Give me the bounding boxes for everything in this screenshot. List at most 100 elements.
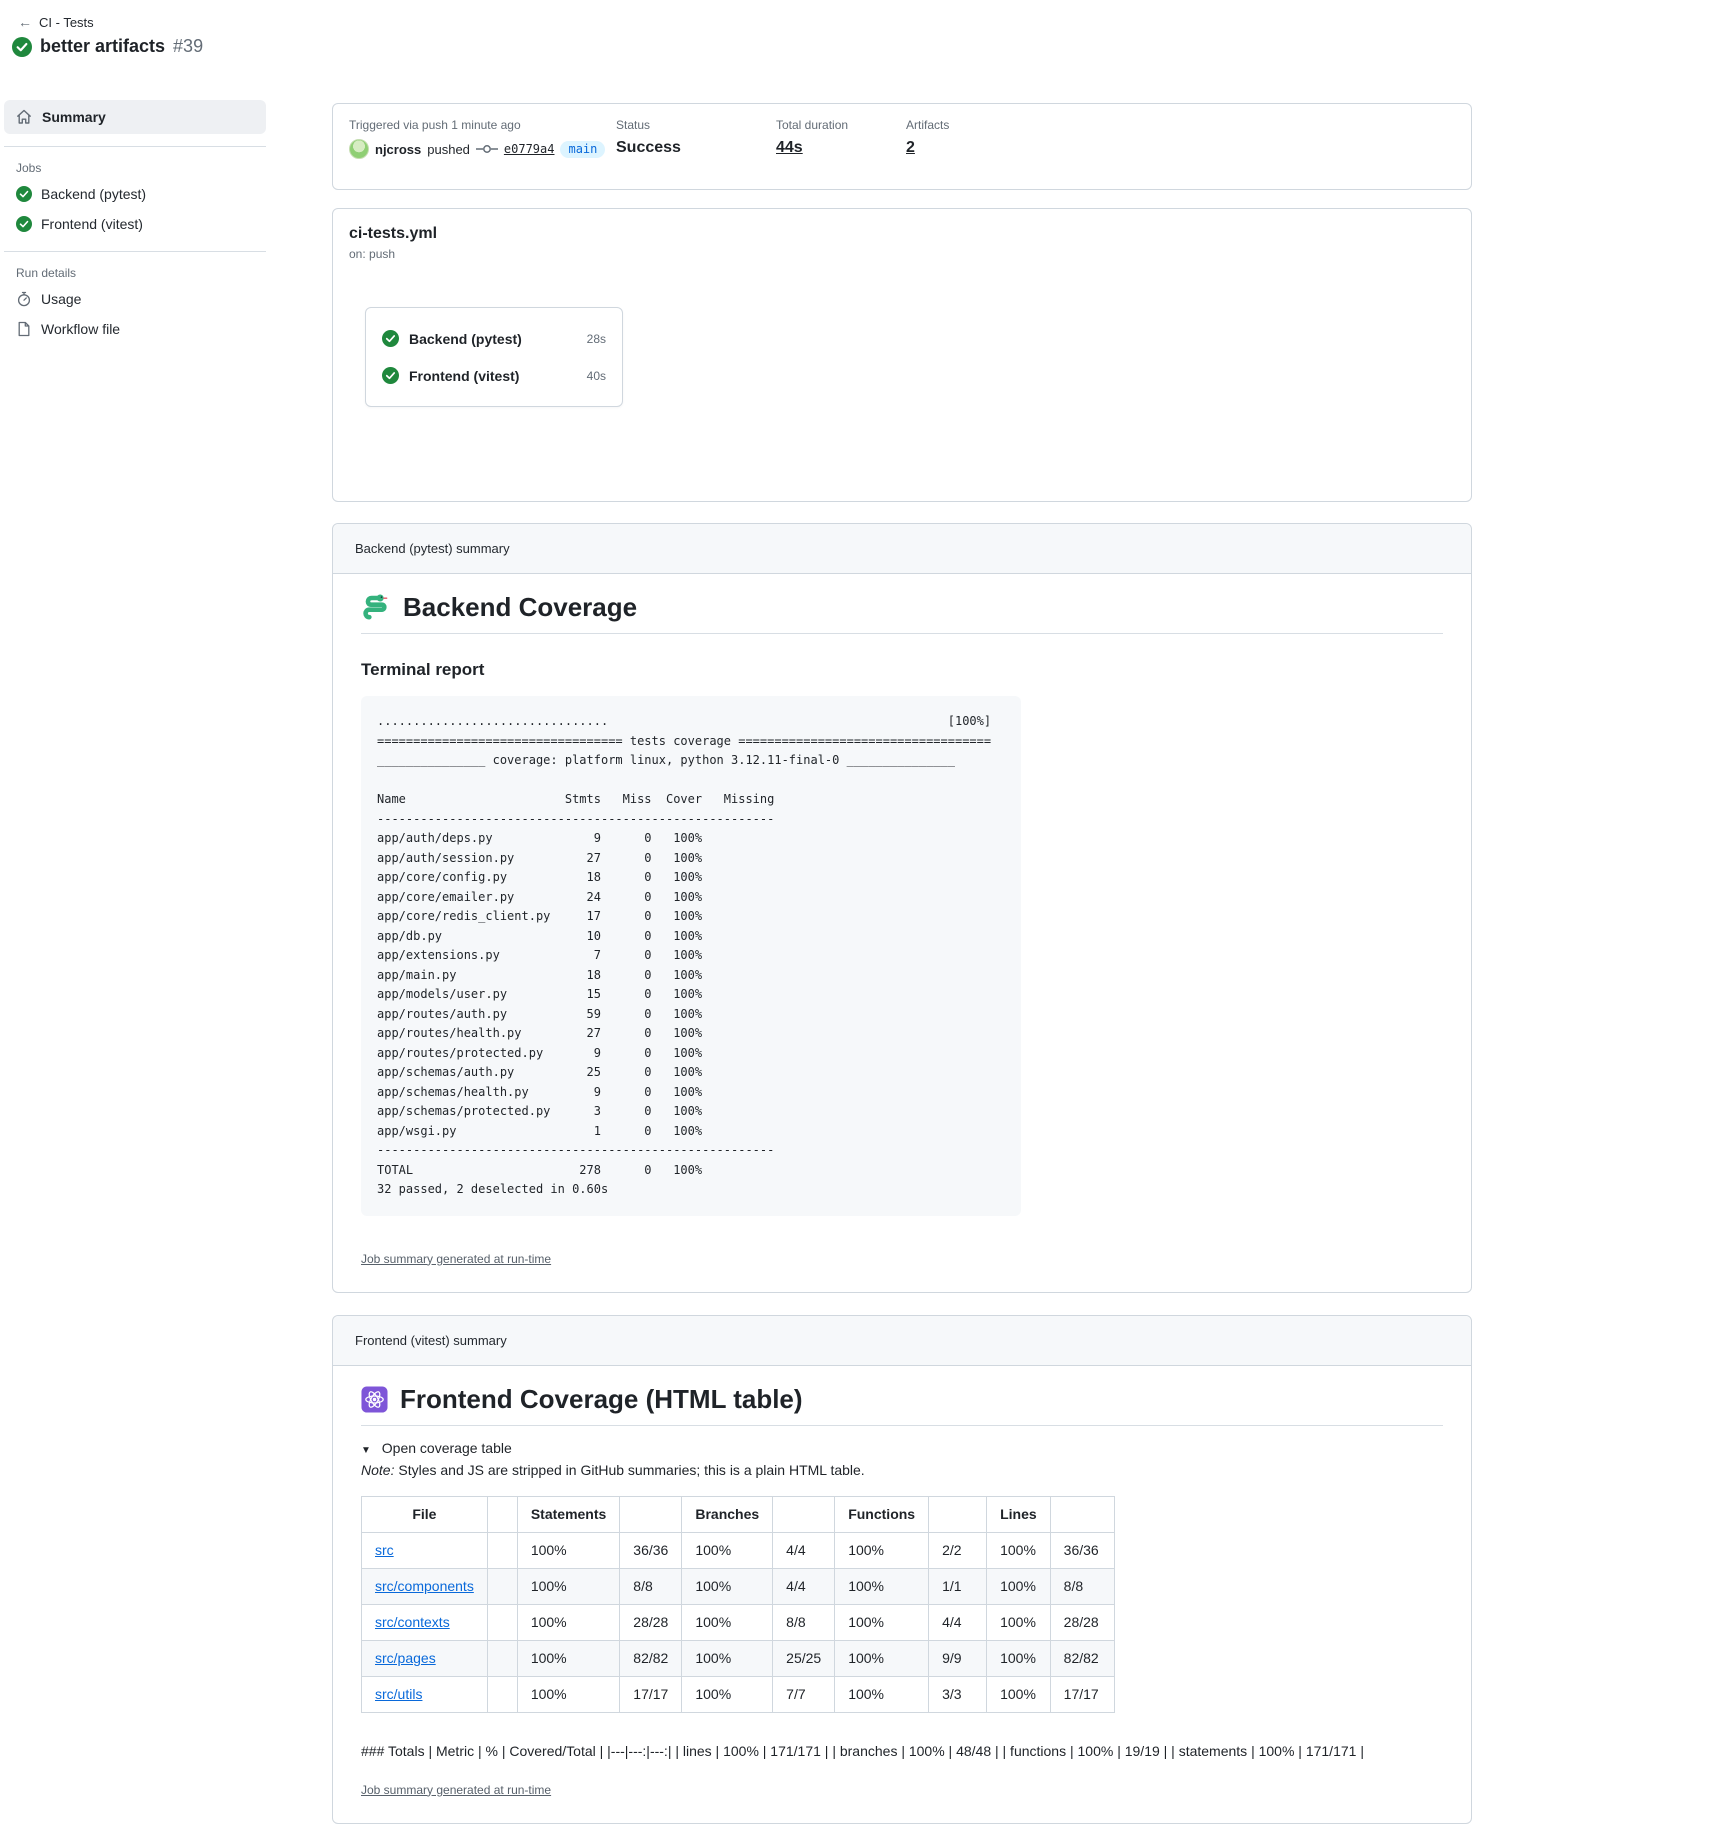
coverage-value-cell: 100% xyxy=(517,1532,619,1568)
backend-summary-card: Backend (pytest) summary Backend Coverag… xyxy=(332,523,1472,1293)
coverage-table-header-cell xyxy=(620,1496,682,1532)
file-link[interactable]: src/contexts xyxy=(375,1614,450,1630)
node-job-frontend[interactable]: Frontend (vitest) 40s xyxy=(366,357,622,394)
sidebar-item-workflow-file[interactable]: Workflow file xyxy=(4,314,266,344)
atom-icon xyxy=(361,1386,388,1413)
coverage-value-cell: 100% xyxy=(682,1676,773,1712)
coverage-table-header-cell: Statements xyxy=(517,1496,619,1532)
actor-action: pushed xyxy=(427,142,470,157)
coverage-value-cell: 100% xyxy=(987,1532,1051,1568)
coverage-table-toggle[interactable]: ▼ Open coverage table xyxy=(361,1440,1443,1456)
frontend-coverage-title-text: Frontend Coverage (HTML table) xyxy=(400,1384,803,1415)
sidebar-divider xyxy=(4,251,266,252)
coverage-value-cell: 100% xyxy=(517,1676,619,1712)
stopwatch-icon xyxy=(16,291,32,307)
empty-cell xyxy=(487,1568,517,1604)
file-link[interactable]: src/utils xyxy=(375,1686,422,1702)
file-link[interactable]: src/components xyxy=(375,1578,474,1594)
backend-job-summary-link[interactable]: Job summary generated at run-time xyxy=(361,1252,551,1266)
coverage-value-cell: 100% xyxy=(835,1604,929,1640)
coverage-table-header-cell: File xyxy=(362,1496,488,1532)
coverage-value-cell: 28/28 xyxy=(620,1604,682,1640)
job-success-icon xyxy=(382,330,399,347)
coverage-value-cell: 82/82 xyxy=(1050,1640,1114,1676)
duration-value[interactable]: 44s xyxy=(776,139,906,157)
workflow-job-node: Backend (pytest) 28s Frontend (vitest) 4… xyxy=(365,307,623,407)
coverage-value-cell: 100% xyxy=(987,1604,1051,1640)
artifacts-count[interactable]: 2 xyxy=(906,139,949,157)
empty-cell xyxy=(487,1532,517,1568)
artifacts-label: Artifacts xyxy=(906,118,949,132)
coverage-value-cell: 100% xyxy=(682,1532,773,1568)
coverage-value-cell: 8/8 xyxy=(1050,1568,1114,1604)
empty-cell xyxy=(487,1604,517,1640)
file-link[interactable]: src xyxy=(375,1542,394,1558)
coverage-value-cell: 100% xyxy=(517,1568,619,1604)
breadcrumb-label[interactable]: CI - Tests xyxy=(39,15,94,30)
home-icon xyxy=(16,109,32,125)
coverage-value-cell: 100% xyxy=(682,1604,773,1640)
coverage-value-cell: 17/17 xyxy=(620,1676,682,1712)
coverage-value-cell: 100% xyxy=(517,1604,619,1640)
run-details-caption: Run details xyxy=(16,266,266,280)
run-header-card: Triggered via push 1 minute ago njcross … xyxy=(332,103,1472,190)
coverage-table-header-cell xyxy=(773,1496,835,1532)
job-success-icon xyxy=(16,186,32,202)
coverage-table-header-cell: Lines xyxy=(987,1496,1051,1532)
coverage-value-cell: 1/1 xyxy=(929,1568,987,1604)
note-text: Styles and JS are stripped in GitHub sum… xyxy=(394,1462,864,1478)
coverage-table-header-cell: Branches xyxy=(682,1496,773,1532)
success-check-icon xyxy=(12,37,32,57)
terminal-report-heading: Terminal report xyxy=(361,660,1443,680)
workflow-trigger: on: push xyxy=(349,247,1455,261)
run-number: #39 xyxy=(173,36,203,57)
coverage-value-cell: 3/3 xyxy=(929,1676,987,1712)
coverage-table-header-row: FileStatementsBranchesFunctionsLines xyxy=(362,1496,1115,1532)
job-success-icon xyxy=(16,216,32,232)
sidebar-item-backend-job[interactable]: Backend (pytest) xyxy=(4,179,266,209)
table-row: src/pages100%82/82100%25/25100%9/9100%82… xyxy=(362,1640,1115,1676)
coverage-value-cell: 8/8 xyxy=(620,1568,682,1604)
sidebar-item-frontend-job[interactable]: Frontend (vitest) xyxy=(4,209,266,239)
coverage-value-cell: 82/82 xyxy=(620,1640,682,1676)
breadcrumb[interactable]: ← CI - Tests xyxy=(18,14,94,30)
note-prefix: Note: xyxy=(361,1462,394,1478)
node-frontend-duration: 40s xyxy=(587,369,606,383)
coverage-value-cell: 28/28 xyxy=(1050,1604,1114,1640)
node-job-backend[interactable]: Backend (pytest) 28s xyxy=(366,320,622,357)
table-row: src/contexts100%28/28100%8/8100%4/4100%2… xyxy=(362,1604,1115,1640)
coverage-value-cell: 2/2 xyxy=(929,1532,987,1568)
table-row: src/components100%8/8100%4/4100%1/1100%8… xyxy=(362,1568,1115,1604)
commit-icon xyxy=(476,143,498,155)
coverage-value-cell: 36/36 xyxy=(620,1532,682,1568)
file-icon xyxy=(16,321,32,337)
job-success-icon xyxy=(382,367,399,384)
coverage-table-body: src100%36/36100%4/4100%2/2100%36/36src/c… xyxy=(362,1532,1115,1712)
coverage-value-cell: 100% xyxy=(987,1568,1051,1604)
sidebar-summary-label: Summary xyxy=(42,109,106,125)
run-name: better artifacts xyxy=(40,36,165,57)
coverage-value-cell: 100% xyxy=(835,1676,929,1712)
frontend-summary-card: Frontend (vitest) summary Frontend Cover… xyxy=(332,1315,1472,1824)
sidebar: Summary Jobs Backend (pytest) Frontend (… xyxy=(4,100,266,344)
coverage-value-cell: 100% xyxy=(835,1568,929,1604)
frontend-job-summary-link[interactable]: Job summary generated at run-time xyxy=(361,1783,551,1797)
commit-sha-link[interactable]: e0779a4 xyxy=(504,142,555,156)
sidebar-usage-label: Usage xyxy=(41,291,81,307)
coverage-value-cell: 100% xyxy=(682,1640,773,1676)
coverage-note: Note: Styles and JS are stripped in GitH… xyxy=(361,1462,1443,1478)
back-arrow-icon[interactable]: ← xyxy=(18,14,32,30)
coverage-table-header-cell xyxy=(929,1496,987,1532)
status-label: Status xyxy=(616,118,776,132)
actor-name[interactable]: njcross xyxy=(375,142,421,157)
sidebar-divider xyxy=(4,146,266,147)
actor-avatar[interactable] xyxy=(349,139,369,159)
node-backend-duration: 28s xyxy=(587,332,606,346)
coverage-value-cell: 7/7 xyxy=(773,1676,835,1712)
coverage-value-cell: 4/4 xyxy=(773,1532,835,1568)
branch-badge[interactable]: main xyxy=(560,141,605,158)
sidebar-item-usage[interactable]: Usage xyxy=(4,284,266,314)
sidebar-item-summary[interactable]: Summary xyxy=(4,100,266,134)
run-title: better artifacts #39 xyxy=(12,36,203,57)
file-link[interactable]: src/pages xyxy=(375,1650,436,1666)
